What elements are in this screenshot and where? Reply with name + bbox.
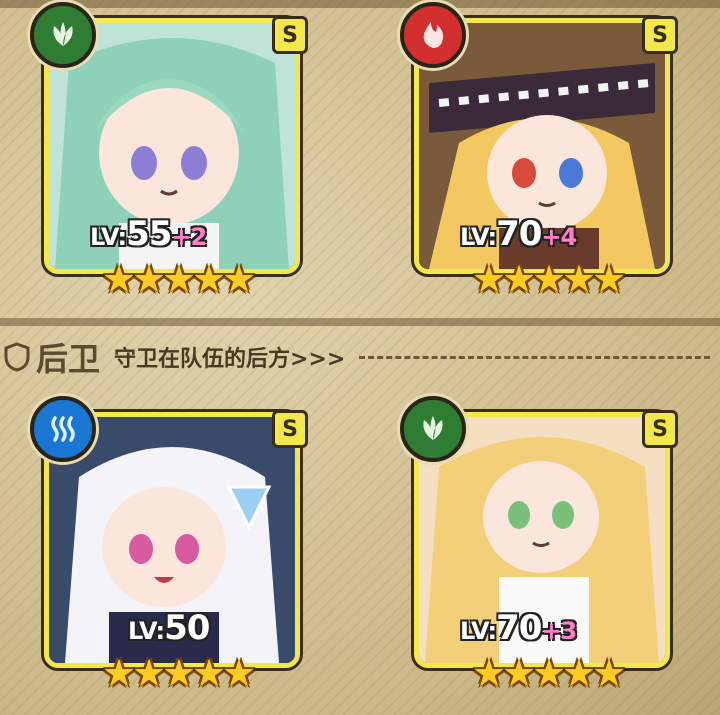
star-icon: ★ (592, 651, 627, 695)
section-header: 后卫 守卫在队伍的后方>>> (0, 332, 720, 382)
star-icon: ★ (472, 651, 507, 695)
level-bonus: +3 (541, 617, 577, 645)
star-icon: ★ (222, 257, 257, 301)
shield-icon (4, 342, 30, 372)
star-icon: ★ (532, 651, 567, 695)
star-rating: ★ ★ ★ ★ ★ (472, 257, 626, 301)
rarity-badge: S (642, 410, 678, 448)
level-value: 55 (126, 214, 172, 254)
middle-border (0, 318, 720, 326)
star-rating: ★ ★ ★ ★ ★ (102, 651, 256, 695)
star-icon: ★ (502, 651, 537, 695)
star-icon: ★ (162, 257, 197, 301)
divider (359, 355, 710, 359)
character-card[interactable]: S LV:50 ★ ★ ★ ★ ★ (30, 396, 308, 692)
flame-icon (400, 2, 466, 68)
section-title: 后卫 (36, 340, 101, 378)
star-icon: ★ (102, 651, 137, 695)
level-label: LV:70+3 (460, 608, 577, 648)
star-icon: ★ (532, 257, 567, 301)
star-icon: ★ (192, 257, 227, 301)
star-icon: ★ (162, 651, 197, 695)
star-icon: ★ (502, 257, 537, 301)
level-bonus: +4 (541, 223, 577, 251)
star-rating: ★ ★ ★ ★ ★ (102, 257, 256, 301)
star-icon: ★ (102, 257, 137, 301)
star-icon: ★ (132, 257, 167, 301)
rarity-badge: S (642, 16, 678, 54)
star-icon: ★ (592, 257, 627, 301)
star-rating: ★ ★ ★ ★ ★ (472, 651, 626, 695)
level-value: 50 (164, 608, 210, 648)
level-label: LV:50 (128, 608, 210, 648)
rarity-badge: S (272, 16, 308, 54)
rarity-badge: S (272, 410, 308, 448)
star-icon: ★ (222, 651, 257, 695)
star-icon: ★ (472, 257, 507, 301)
leaf-icon (400, 396, 466, 462)
leaf-icon (30, 2, 96, 68)
character-card[interactable]: S LV:55+2 ★ ★ ★ ★ ★ (30, 2, 308, 298)
level-label: LV:55+2 (90, 214, 207, 254)
level-label: LV:70+4 (460, 214, 577, 254)
star-icon: ★ (192, 651, 227, 695)
character-card[interactable]: S LV:70+4 ★ ★ ★ ★ ★ (400, 2, 678, 298)
water-icon (30, 396, 96, 462)
character-card[interactable]: S LV:70+3 ★ ★ ★ ★ ★ (400, 396, 678, 692)
level-value: 70 (496, 214, 542, 254)
level-bonus: +2 (171, 223, 207, 251)
star-icon: ★ (562, 651, 597, 695)
section-subtitle: 守卫在队伍的后方>>> (114, 347, 346, 372)
star-icon: ★ (562, 257, 597, 301)
level-value: 70 (496, 608, 542, 648)
top-border (0, 0, 720, 8)
star-icon: ★ (132, 651, 167, 695)
